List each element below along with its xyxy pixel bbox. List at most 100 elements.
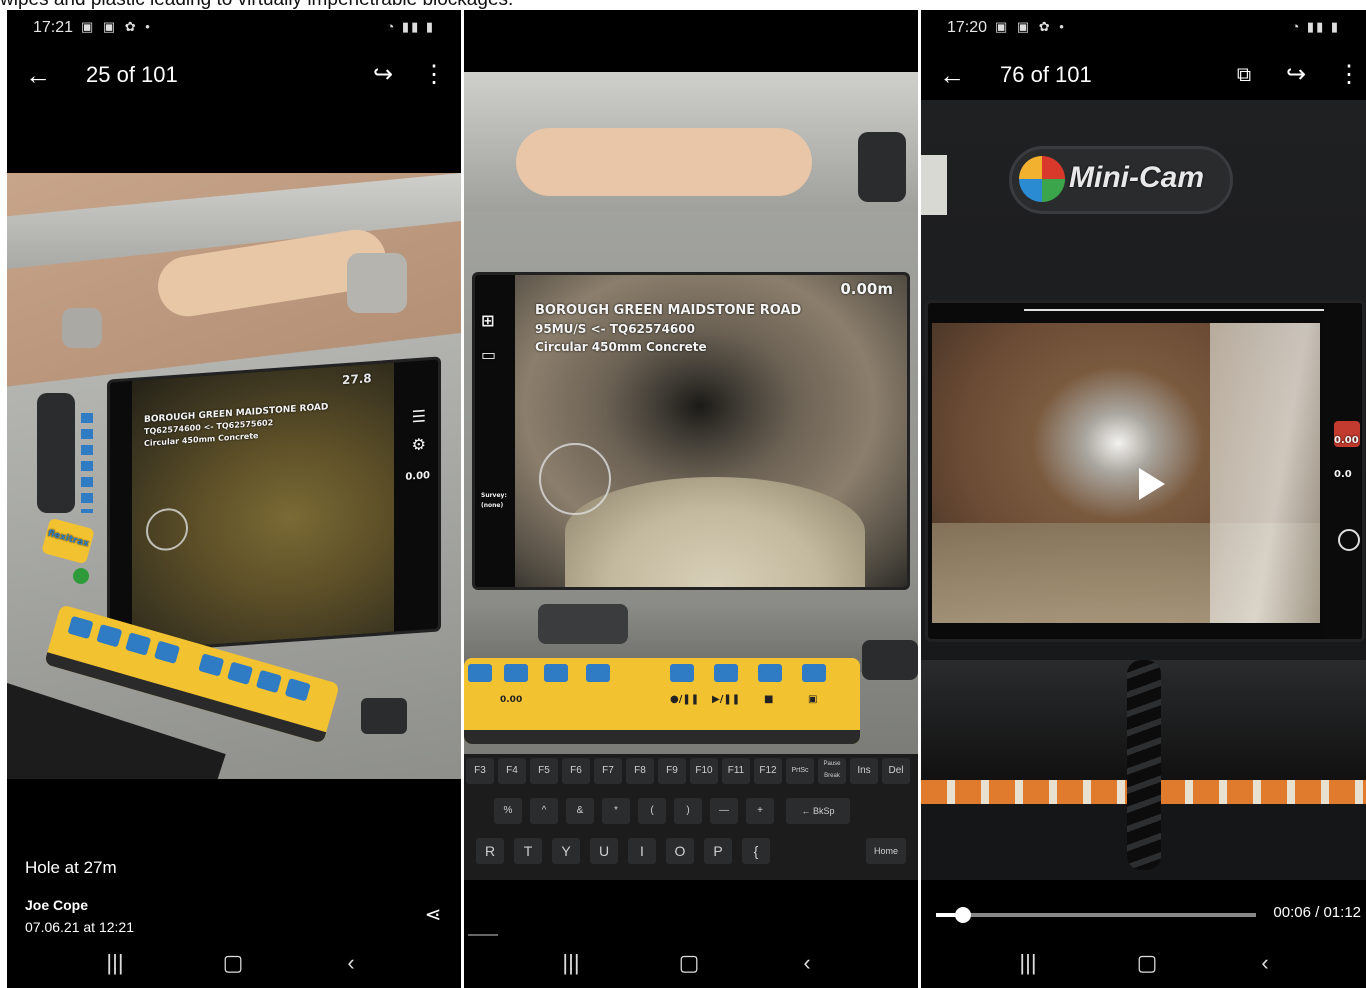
screenshot-panel-2: BOROUGH GREEN MAIDSTONE ROAD 95MU/S <- T… xyxy=(464,10,918,988)
keyboard-key: * xyxy=(602,798,630,824)
video-seek-bar[interactable] xyxy=(936,907,1256,923)
keyboard-key: ) xyxy=(674,798,702,824)
status-time: 17:21 xyxy=(33,19,74,36)
osd-distance: 27.8 xyxy=(342,371,372,388)
keyboard-key: F9 xyxy=(658,758,686,784)
nav-back-icon[interactable]: ‹ xyxy=(791,948,823,978)
keyboard-key: O xyxy=(666,838,694,864)
android-nav-bar: ||| ▢ ‹ xyxy=(7,938,461,988)
osd-ref: 95MU/S <- TQ62574600 xyxy=(535,322,695,336)
keyboard-key: Home xyxy=(866,838,906,864)
add-folder-icon[interactable]: ⊞ xyxy=(481,313,494,329)
keyboard-key: F3 xyxy=(466,758,494,784)
recents-icon[interactable]: ||| xyxy=(99,948,131,978)
forward-icon[interactable]: ↪ xyxy=(1282,60,1310,90)
more-vertical-icon[interactable]: ⋮ xyxy=(1335,60,1363,90)
keyboard-key: F7 xyxy=(594,758,622,784)
keyboard-key: { xyxy=(742,838,770,864)
photo-author: Joe Cope xyxy=(25,897,89,913)
keyboard-key: F8 xyxy=(626,758,654,784)
keyboard-key: F5 xyxy=(530,758,558,784)
screenshot-panel-1: 17:21 ▣ ▣ ✿ • ◔ ▮▮ ▮ ← 25 of 101 ↪ ⋮ fle… xyxy=(7,10,461,988)
laptop-keyboard: F3 F4 F5 F6 F7 F8 F9 F10 F11 F12 PrtSc P… xyxy=(464,754,918,880)
photo-counter-title: 25 of 101 xyxy=(86,62,178,87)
photo-caption: Hole at 27m xyxy=(25,858,117,877)
osd-road: BOROUGH GREEN MAIDSTONE ROAD xyxy=(535,303,802,318)
share-icon[interactable]: ⋖ xyxy=(421,902,445,926)
gallery-toolbar: ← 25 of 101 ↪ ⋮ xyxy=(7,50,461,102)
photo-view[interactable]: flexitrax BOROUGH GREEN MAIDSTONE ROAD T… xyxy=(7,173,461,779)
recents-icon[interactable]: ||| xyxy=(1012,948,1044,978)
readout-1: 0.00 xyxy=(1334,435,1359,446)
nav-back-icon[interactable]: ‹ xyxy=(335,948,367,978)
folder-icon[interactable]: ▭ xyxy=(481,347,496,363)
keyboard-key: F12 xyxy=(754,758,782,784)
osd-distance: 0.00m xyxy=(840,280,893,298)
keyboard-key: ^ xyxy=(530,798,558,824)
keyboard-key: I xyxy=(628,838,656,864)
play-icon[interactable] xyxy=(1139,468,1165,500)
menu-icon[interactable]: ☰ xyxy=(412,406,426,426)
control-keypad: 0.00 ●/❚❚ ▶/❚❚ ■ ▣ xyxy=(464,658,860,744)
seek-thumb[interactable] xyxy=(954,907,971,923)
status-bar: 17:20 ▣ ▣ ✿ • ◔ ▮▮ ▮ xyxy=(921,10,1366,46)
keyboard-key: P xyxy=(704,838,732,864)
readout-2: 0.0 xyxy=(1334,469,1352,480)
keyboard-key: & xyxy=(566,798,594,824)
keyboard-key: ( xyxy=(638,798,666,824)
keyboard-key: ← BkSp xyxy=(786,798,850,824)
signal-icons: ◔ ▮▮ ▮ xyxy=(386,19,435,34)
screenshot-panel-3: 17:20 ▣ ▣ ✿ • ◔ ▮▮ ▮ Mini-Cam 0.00 0.0 ←… xyxy=(921,10,1366,988)
keyboard-key: U xyxy=(590,838,618,864)
cast-icon[interactable]: ⧉ xyxy=(1230,60,1258,90)
home-icon[interactable]: ▢ xyxy=(217,948,249,978)
notification-icons: ▣ ▣ ✿ • xyxy=(81,19,153,34)
keypad-label: ■ xyxy=(764,694,774,705)
keyboard-key: F4 xyxy=(498,758,526,784)
notification-icons: ▣ ▣ ✿ • xyxy=(995,19,1067,34)
gear-icon[interactable]: ⚙ xyxy=(412,434,426,454)
camera-monitor: BOROUGH GREEN MAIDSTONE ROAD TQ62574600 … xyxy=(107,356,441,655)
keypad-label: ▣ xyxy=(808,694,818,705)
keyboard-key: Ins xyxy=(850,758,878,784)
osd-survey-value: (none) xyxy=(481,502,504,509)
nav-back-icon[interactable]: ‹ xyxy=(1249,948,1281,978)
arrow-left-icon[interactable]: ← xyxy=(25,60,55,90)
status-bar: 17:21 ▣ ▣ ✿ • ◔ ▮▮ ▮ xyxy=(7,10,461,46)
keypad-label: ▶/❚❚ xyxy=(712,694,741,705)
video-view[interactable]: Mini-Cam 0.00 0.0 xyxy=(921,100,1366,880)
home-icon[interactable]: ▢ xyxy=(673,948,705,978)
keyboard-key: — xyxy=(710,798,738,824)
keyboard-key: F10 xyxy=(690,758,718,784)
brand-logo: Mini-Cam xyxy=(1069,161,1204,194)
photo-counter-title: 76 of 101 xyxy=(1000,62,1092,87)
keyboard-key: PrtSc xyxy=(786,758,814,784)
keyboard-key: Del xyxy=(882,758,910,784)
osd-pipe: Circular 450mm Concrete xyxy=(535,340,707,354)
keyboard-key: T xyxy=(514,838,542,864)
forward-icon[interactable]: ↪ xyxy=(369,60,397,90)
keyboard-key: F6 xyxy=(562,758,590,784)
arrow-left-icon[interactable]: ← xyxy=(939,60,969,90)
keyboard-key: Pause Break xyxy=(818,758,846,784)
keypad-label: ●/❚❚ xyxy=(670,694,700,705)
photo-view[interactable]: BOROUGH GREEN MAIDSTONE ROAD 95MU/S <- T… xyxy=(464,72,918,880)
signal-icons: ◔ ▮▮ ▮ xyxy=(1291,19,1340,34)
status-time: 17:20 xyxy=(947,19,988,36)
keyboard-key: F11 xyxy=(722,758,750,784)
more-vertical-icon[interactable]: ⋮ xyxy=(420,60,448,90)
video-time: 00:06 / 01:12 xyxy=(1273,904,1361,921)
recents-icon[interactable]: ||| xyxy=(555,948,587,978)
keyboard-key: + xyxy=(746,798,774,824)
keyboard-key: Y xyxy=(552,838,580,864)
camera-monitor: BOROUGH GREEN MAIDSTONE ROAD 95MU/S <- T… xyxy=(472,272,910,590)
keyboard-key: R xyxy=(476,838,504,864)
android-nav-bar: ||| ▢ ‹ xyxy=(921,938,1366,988)
android-nav-bar: ||| ▢ ‹ xyxy=(464,938,918,988)
home-icon[interactable]: ▢ xyxy=(1131,948,1163,978)
drag-handle[interactable] xyxy=(468,934,498,936)
keypad-label: 0.00 xyxy=(500,695,523,705)
gallery-toolbar: ← 76 of 101 ⧉ ↪ ⋮ xyxy=(921,50,1366,102)
osd-counter: 0.00 xyxy=(405,470,430,483)
keyboard-key: % xyxy=(494,798,522,824)
